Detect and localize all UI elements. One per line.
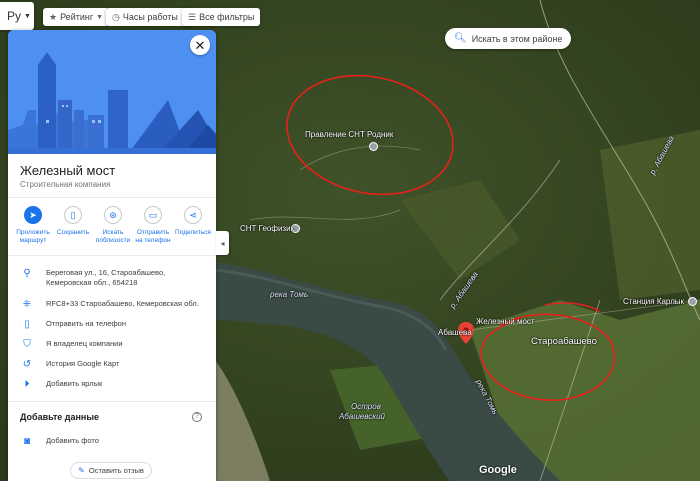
language-label: Ру bbox=[7, 9, 22, 23]
search-icon: 🔍︎ bbox=[454, 33, 467, 44]
river-tom-label: река Томь bbox=[270, 290, 309, 299]
send-to-phone-label-line2: на телефон bbox=[135, 237, 171, 245]
station-karlyk-marker[interactable] bbox=[688, 297, 697, 306]
plus-code-row[interactable]: ⁜ RFC8+33 Староабашево, Кемеровская обл. bbox=[8, 295, 216, 315]
city-illustration bbox=[8, 30, 216, 154]
search-nearby-button[interactable]: ⊛ Искать поблизости bbox=[94, 206, 132, 245]
clock-icon: ◷ bbox=[112, 11, 120, 22]
chevron-down-icon: ▼ bbox=[24, 12, 31, 20]
zhelezny-most-map-label[interactable]: Железный мост bbox=[476, 317, 535, 326]
address-row[interactable]: ⚲ Береговая ул., 16, Староабашево, Кемер… bbox=[8, 264, 216, 292]
history-text: История Google Карт bbox=[46, 358, 120, 368]
camera-icon: ◙ bbox=[23, 435, 31, 447]
share-icon: ⋖ bbox=[184, 206, 202, 224]
add-photo-row[interactable]: ◙ Добавить фото bbox=[8, 432, 216, 452]
rating-filter-label: Рейтинг bbox=[60, 12, 94, 22]
send-to-phone-row[interactable]: ▯ Отправить на телефон bbox=[8, 315, 216, 335]
place-title: Железный мост bbox=[20, 163, 116, 178]
directions-button[interactable]: ➤ Проложить маршрут bbox=[14, 206, 52, 245]
directions-label-line1: Проложить bbox=[16, 229, 50, 236]
phone-icon: ▯ bbox=[24, 318, 30, 330]
plus-code-icon: ⁜ bbox=[22, 298, 32, 310]
search-this-area-label: Искать в этом районе bbox=[471, 33, 563, 44]
collapse-panel-button[interactable]: ◂ bbox=[216, 231, 229, 255]
close-icon: ✕ bbox=[194, 37, 206, 53]
write-review-label: Оставить отзыв bbox=[88, 466, 144, 475]
starobashevo-label[interactable]: Староабашево bbox=[531, 336, 597, 347]
history-icon: ↺ bbox=[22, 358, 32, 370]
claim-business-text: Я владелец компании bbox=[46, 338, 123, 348]
chevron-left-icon: ◂ bbox=[220, 238, 225, 248]
add-photo-text: Добавить фото bbox=[46, 435, 99, 445]
abasheva-label: Абашева bbox=[438, 328, 472, 337]
google-logo: Google bbox=[479, 464, 517, 476]
directions-label-line2: маршрут bbox=[19, 237, 47, 245]
all-filters-label: Все фильтры bbox=[199, 12, 255, 22]
review-icon: ✎ bbox=[78, 466, 85, 475]
star-icon: ★ bbox=[49, 11, 58, 22]
station-karlyk-label[interactable]: Станция Карлык bbox=[623, 297, 684, 306]
share-button[interactable]: ⋖ Поделиться bbox=[174, 206, 212, 245]
search-nearby-label-line2: поблизости bbox=[95, 237, 131, 245]
write-review-button[interactable]: ✎ Оставить отзыв bbox=[70, 462, 152, 479]
filter-icon: ☰ bbox=[188, 11, 197, 22]
close-panel-button[interactable]: ✕ bbox=[190, 35, 210, 55]
hours-filter-label: Часы работы bbox=[122, 12, 178, 22]
snt-geofizik-label[interactable]: СНТ Геофизик bbox=[240, 224, 294, 233]
place-actions: ➤ Проложить маршрут ▯ Сохранить ⊛ Искать… bbox=[8, 198, 216, 245]
send-to-phone-label-line1: Отправить bbox=[136, 229, 170, 236]
plus-code-text: RFC8+33 Староабашево, Кемеровская обл. bbox=[46, 298, 199, 308]
nearby-icon: ⊛ bbox=[104, 206, 122, 224]
snt-rodnik-marker[interactable] bbox=[369, 142, 378, 151]
place-hero-image[interactable]: ✕ bbox=[8, 30, 216, 154]
shield-icon: ⛉ bbox=[23, 338, 31, 350]
snt-rodnik-label[interactable]: Правление СНТ Родник bbox=[305, 130, 393, 139]
label-icon: ⏵ bbox=[24, 378, 30, 390]
add-label-text: Добавить ярлык bbox=[46, 378, 103, 388]
directions-icon: ➤ bbox=[24, 206, 42, 224]
rating-filter-chip[interactable]: ★ Рейтинг ▼ bbox=[43, 8, 110, 26]
send-to-phone-text: Отправить на телефон bbox=[46, 318, 126, 328]
add-label-row[interactable]: ⏵ Добавить ярлык bbox=[8, 375, 216, 395]
share-label: Поделиться bbox=[175, 229, 211, 236]
hours-filter-chip[interactable]: ◷ Часы работы ▼ bbox=[106, 8, 194, 26]
add-data-title: Добавьте данные bbox=[20, 411, 100, 422]
claim-business-row[interactable]: ⛉ Я владелец компании bbox=[8, 335, 216, 355]
place-details-panel: ✕ Железный мост Строительная компания ➤ … bbox=[8, 30, 216, 481]
help-icon[interactable]: ? bbox=[192, 411, 202, 422]
send-to-phone-icon: ▭ bbox=[144, 206, 162, 224]
send-to-phone-button[interactable]: ▭ Отправить на телефон bbox=[134, 206, 172, 245]
island-label-line1: Остров bbox=[351, 402, 381, 411]
bookmark-icon: ▯ bbox=[64, 206, 82, 224]
save-button[interactable]: ▯ Сохранить bbox=[54, 206, 92, 245]
place-category[interactable]: Строительная компания bbox=[20, 180, 216, 189]
search-nearby-label-line1: Искать bbox=[102, 229, 124, 236]
save-label: Сохранить bbox=[56, 229, 90, 236]
address-line1: Береговая ул., 16, Староабашево, bbox=[46, 268, 166, 278]
address-line2: Кемеровская обл., 654218 bbox=[46, 278, 138, 288]
place-info-list: ⚲ Береговая ул., 16, Староабашево, Кемер… bbox=[8, 264, 216, 394]
language-switcher[interactable]: Ру ▼ bbox=[0, 2, 34, 30]
history-row[interactable]: ↺ История Google Карт bbox=[8, 355, 216, 375]
search-this-area-button[interactable]: 🔍︎ Искать в этом районе bbox=[445, 28, 572, 49]
divider bbox=[8, 255, 216, 257]
island-label-line2: Абашевский bbox=[339, 412, 385, 421]
chevron-down-icon: ▼ bbox=[96, 13, 104, 21]
add-data-section-header: Добавьте данные ? bbox=[8, 402, 216, 422]
location-pin-icon: ⚲ bbox=[23, 268, 31, 280]
all-filters-chip[interactable]: ☰ Все фильтры bbox=[182, 8, 261, 26]
